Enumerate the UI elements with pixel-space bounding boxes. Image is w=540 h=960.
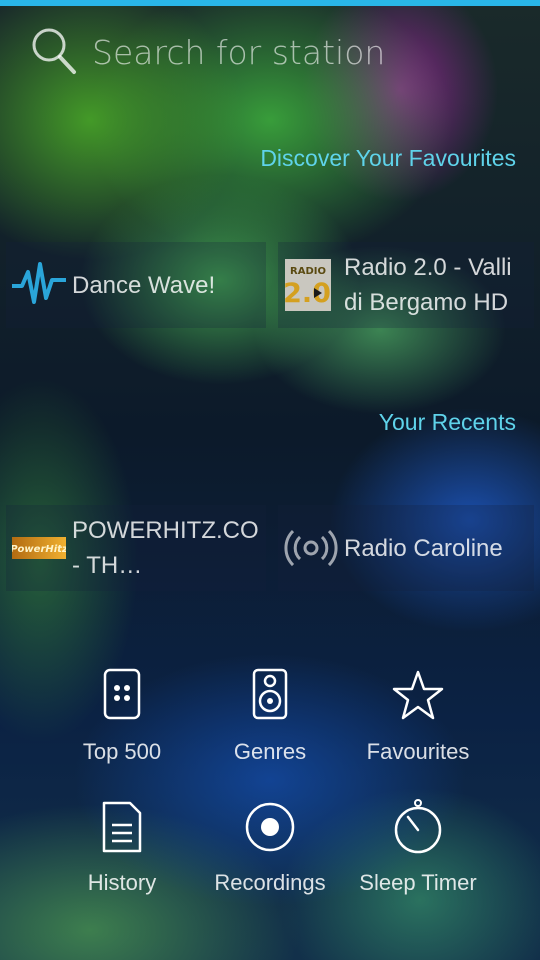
svg-text:2.0: 2.0	[284, 278, 331, 309]
menu-label: Genres	[233, 739, 307, 764]
top-accent-bar	[0, 0, 540, 6]
dance-wave-logo	[12, 262, 66, 304]
genres-button[interactable]: Genres	[195, 666, 345, 767]
broadcast-icon	[284, 529, 338, 567]
search-icon[interactable]	[30, 26, 78, 76]
recordings-button[interactable]: Recordings	[195, 797, 345, 898]
menu-label: History	[87, 870, 157, 895]
sleep-timer-button[interactable]: Sleep Timer	[343, 797, 493, 898]
menu-label: Favourites	[366, 739, 470, 764]
svg-text:PowerHitz: PowerHitz	[12, 544, 66, 555]
station-tile-radio-2-0[interactable]: RADIO 2.0 Radio 2.0 - Valli di Bergamo H…	[278, 242, 534, 328]
menu-label: Sleep Timer	[359, 870, 477, 895]
timer-icon	[394, 799, 442, 854]
powerhitz-logo: PowerHitz	[12, 537, 66, 559]
station-tile-radio-caroline[interactable]: Radio Caroline	[278, 505, 534, 591]
favourites-section-title: Discover Your Favourites	[260, 145, 516, 171]
menu-label: Recordings	[214, 870, 326, 895]
dice-icon	[103, 668, 141, 720]
station-name: Dance Wave!	[72, 271, 216, 299]
star-icon	[392, 670, 444, 720]
station-name: Radio Caroline	[344, 534, 503, 562]
station-name: Radio 2.0 - Valli di Bergamo HD	[344, 254, 512, 316]
top-500-button[interactable]: Top 500	[47, 666, 197, 767]
menu-label: Top 500	[82, 739, 162, 764]
document-icon	[102, 801, 142, 853]
record-icon	[245, 802, 295, 852]
history-button[interactable]: History	[47, 797, 197, 898]
station-name: POWERHITZ.COM - TH…	[72, 517, 260, 579]
svg-text:RADIO: RADIO	[290, 266, 326, 277]
station-tile-dance-wave[interactable]: Dance Wave!	[6, 242, 266, 328]
favourites-button[interactable]: Favourites	[343, 666, 493, 767]
radio-2-0-logo: RADIO 2.0	[284, 259, 331, 311]
speaker-icon	[252, 668, 288, 720]
search-input[interactable]	[92, 30, 492, 74]
station-tile-powerhitz[interactable]: PowerHitz POWERHITZ.COM - TH…	[6, 505, 266, 591]
recents-section-title: Your Recents	[378, 409, 516, 435]
search-bar[interactable]	[30, 24, 510, 80]
